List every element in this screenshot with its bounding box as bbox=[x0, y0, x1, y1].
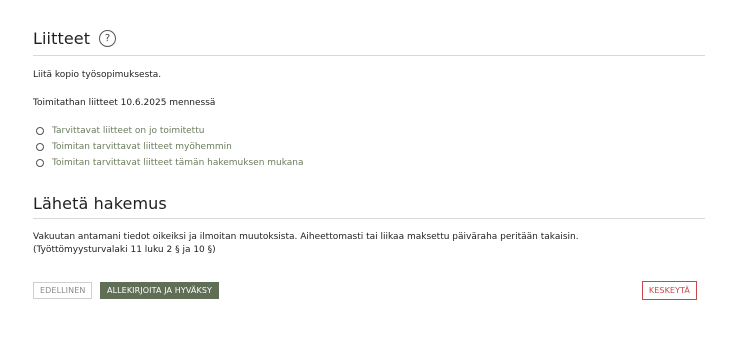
option-label[interactable]: Tarvittavat liitteet on jo toimitettu bbox=[52, 126, 204, 136]
radio-icon[interactable] bbox=[36, 127, 44, 135]
previous-button[interactable]: EDELLINEN bbox=[33, 282, 93, 299]
radio-icon[interactable] bbox=[36, 143, 44, 151]
option-label[interactable]: Toimitan tarvittavat liitteet myöhemmin bbox=[52, 142, 232, 152]
option-deliver-later[interactable]: Toimitan tarvittavat liitteet myöhemmin bbox=[36, 139, 304, 155]
consent-text: Vakuutan antamani tiedot oikeiksi ja ilm… bbox=[33, 232, 579, 242]
cancel-button[interactable]: KESKEYTÄ bbox=[641, 281, 697, 300]
consent-law-reference: (Työttömyysturvalaki 11 luku 2 § ja 10 §… bbox=[33, 245, 216, 255]
help-icon[interactable]: ? bbox=[99, 29, 117, 47]
submit-heading: Lähetä hakemus bbox=[33, 193, 167, 213]
attachments-heading: Liitteet ? bbox=[33, 28, 117, 48]
attachments-intro: Liitä kopio työsopimuksesta. bbox=[33, 70, 162, 80]
attachment-options: Tarvittavat liitteet on jo toimitettu To… bbox=[36, 123, 304, 171]
attachments-title: Liitteet bbox=[33, 28, 91, 48]
divider bbox=[33, 55, 705, 56]
sign-and-accept-button[interactable]: ALLEKIRJOITA JA HYVÄKSY bbox=[100, 282, 219, 299]
submit-title: Lähetä hakemus bbox=[33, 193, 167, 213]
option-label[interactable]: Toimitan tarvittavat liitteet tämän hake… bbox=[52, 158, 304, 168]
option-already-delivered[interactable]: Tarvittavat liitteet on jo toimitettu bbox=[36, 123, 304, 139]
attachments-deadline: Toimitathan liitteet 10.6.2025 mennessä bbox=[33, 98, 216, 108]
radio-icon[interactable] bbox=[36, 159, 44, 167]
option-deliver-with-application[interactable]: Toimitan tarvittavat liitteet tämän hake… bbox=[36, 155, 304, 171]
divider bbox=[33, 218, 705, 219]
